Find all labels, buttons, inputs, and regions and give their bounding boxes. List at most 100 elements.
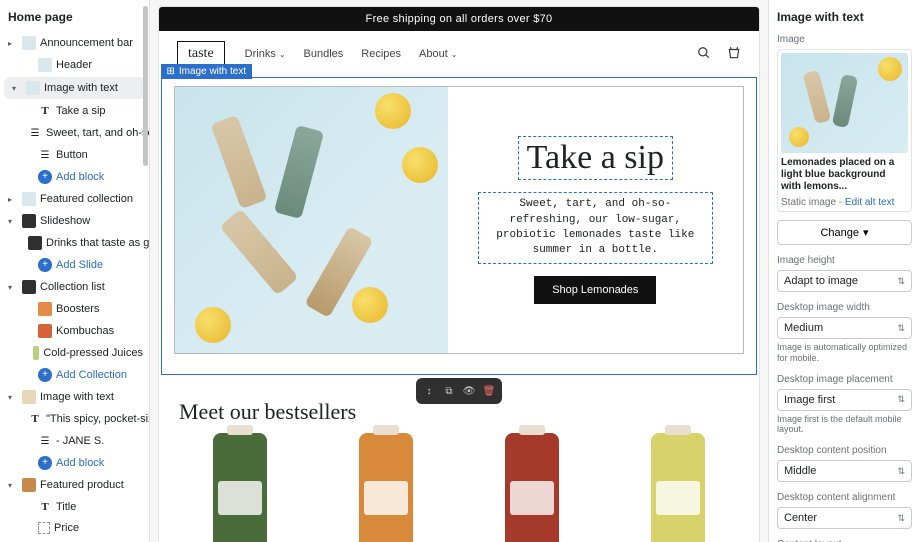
select-field[interactable]: Image first⇅ — [777, 389, 912, 411]
hide-icon[interactable]: 👁 — [460, 382, 478, 400]
section-tag: ⊞Image with text — [161, 64, 253, 79]
page-title: Home page — [0, 0, 149, 32]
plus-icon: + — [38, 456, 52, 470]
select-field[interactable]: Middle⇅ — [777, 460, 912, 482]
chevron-icon[interactable]: ▸ — [8, 195, 18, 204]
image-with-text-section[interactable]: ⊞Image with text Take a sip Sweet, tart,… — [161, 77, 757, 375]
select-field[interactable]: Center⇅ — [777, 507, 912, 529]
section-icon — [22, 36, 36, 50]
move-up-icon[interactable]: ↕ — [420, 382, 438, 400]
product-card[interactable] — [617, 433, 739, 542]
chevron-icon[interactable]: ▾ — [8, 393, 18, 402]
product-card[interactable] — [325, 433, 447, 542]
tree-item[interactable]: TTake a sip — [0, 100, 149, 122]
cart-icon[interactable] — [727, 46, 741, 63]
select-field[interactable]: Medium⇅ — [777, 317, 912, 339]
section-icon — [22, 214, 36, 228]
tree-item[interactable]: +Add Slide — [0, 254, 149, 276]
tree-item[interactable]: ▸ Announcement bar — [0, 32, 149, 54]
help-text: Image first is the default mobile layout… — [777, 414, 912, 436]
plus-icon: + — [38, 170, 52, 184]
tree-item-label: Button — [56, 149, 88, 161]
tree-item-label: Announcement bar — [40, 37, 133, 49]
settings-title: Image with text — [777, 10, 912, 24]
tree-item-label: - JANE S. — [56, 435, 104, 447]
swatch-icon — [38, 302, 52, 316]
select-arrows-icon: ⇅ — [897, 513, 905, 524]
section-cta-button[interactable]: Shop Lemonades — [534, 276, 656, 304]
tree-item[interactable]: ☰ Button — [0, 144, 149, 166]
tree-item[interactable]: ☰Sweet, tart, and oh-so-refre... — [0, 122, 149, 144]
delete-icon[interactable]: 🗑 — [480, 382, 498, 400]
tree-item-label: Drinks that taste as good as ... — [46, 237, 149, 249]
tree-item-label: "This spicy, pocket-sized bo... — [46, 413, 149, 425]
image-caption: Lemonades placed on a light blue backgro… — [781, 157, 908, 193]
tree-item[interactable]: ▸ Featured collection — [0, 188, 149, 210]
tree-item[interactable]: ▾ Collection list — [0, 276, 149, 298]
tree-item-label: Add Collection — [56, 369, 127, 381]
nav-item[interactable]: Bundles — [304, 48, 344, 60]
edit-alt-text-link[interactable]: Edit alt text — [845, 197, 894, 208]
scrollbar[interactable] — [143, 6, 148, 166]
section-icon — [22, 390, 36, 404]
lines-icon: ☰ — [38, 148, 52, 162]
tree-item-label: Add block — [56, 457, 104, 469]
select-field[interactable]: Adapt to image⇅ — [777, 270, 912, 292]
chevron-icon[interactable]: ▸ — [8, 39, 18, 48]
tree-item[interactable]: TTitle — [0, 496, 149, 518]
nav-item[interactable]: About ⌄ — [419, 48, 457, 60]
duplicate-icon[interactable]: ⧉ — [440, 382, 458, 400]
section-subtext[interactable]: Sweet, tart, and oh-so-refreshing, our l… — [478, 192, 713, 264]
chevron-icon[interactable]: ▾ — [8, 217, 18, 226]
section-icon — [38, 58, 52, 72]
tree-item[interactable]: Price — [0, 518, 149, 538]
chevron-down-icon: ▾ — [863, 226, 869, 239]
change-image-button[interactable]: Change▾ — [777, 220, 912, 245]
tree-item[interactable]: Drinks that taste as good as ... — [0, 232, 149, 254]
tree-item[interactable]: ▾Image with text — [4, 77, 145, 99]
plus-icon: + — [38, 368, 52, 382]
chevron-icon[interactable]: ▾ — [12, 84, 22, 93]
tree-item[interactable]: ▾Image with text — [0, 386, 149, 408]
chevron-icon[interactable]: ▾ — [8, 283, 18, 292]
tree-item-label: Price — [54, 522, 79, 534]
sections-tree-panel: Home page ▸ Announcement bar Header ▾Image … — [0, 0, 150, 542]
search-icon[interactable] — [697, 46, 711, 63]
chevron-down-icon: ⌄ — [451, 50, 458, 59]
tree-item[interactable]: T "This spicy, pocket-sized bo... — [0, 408, 149, 430]
tree-item[interactable]: ☰- JANE S. — [0, 430, 149, 452]
tree-item-label: Collection list — [40, 281, 105, 293]
tree-item[interactable]: + Add block — [0, 452, 149, 474]
product-card[interactable] — [179, 433, 301, 542]
section-icon — [28, 236, 42, 250]
section-image[interactable] — [175, 87, 448, 353]
field-label: Desktop content alignment — [777, 492, 912, 503]
tree-item[interactable]: ▾Slideshow — [0, 210, 149, 232]
text-icon: T — [38, 104, 52, 118]
nav-item[interactable]: Recipes — [361, 48, 401, 60]
section-icon — [22, 280, 36, 294]
text-icon: T — [28, 412, 42, 426]
tree-item[interactable]: + Add Collection — [0, 364, 149, 386]
tree-item[interactable]: +Add block — [0, 166, 149, 188]
tree-item[interactable]: ▾Featured product — [0, 474, 149, 496]
tree-item-label: Title — [56, 501, 76, 513]
field-label: Desktop image width — [777, 302, 912, 313]
tree-item-label: Sweet, tart, and oh-so-refre... — [46, 127, 149, 139]
nav-item[interactable]: Drinks ⌄ — [245, 48, 286, 60]
tree-item-label: Header — [56, 59, 92, 71]
tree-item[interactable]: Cold-pressed Juices — [0, 342, 149, 364]
tree-item[interactable]: Header — [0, 54, 149, 76]
product-card[interactable] — [471, 433, 593, 542]
section-toolbar: ↕ ⧉ 👁 🗑 — [416, 378, 502, 404]
chevron-icon[interactable]: ▾ — [8, 481, 18, 490]
tree-item-label: Featured collection — [40, 193, 133, 205]
tree-item-label: Kombuchas — [56, 325, 114, 337]
tree-item[interactable]: Boosters — [0, 298, 149, 320]
image-thumbnail[interactable]: Lemonades placed on a light blue backgro… — [777, 49, 912, 212]
tree-item[interactable]: Kombuchas — [0, 320, 149, 342]
settings-panel: Image with text Image Lemonades placed o… — [768, 0, 920, 542]
announcement-bar: Free shipping on all orders over $70 — [159, 7, 759, 31]
tree-item[interactable]: Variant picker — [0, 538, 149, 542]
section-heading[interactable]: Take a sip — [518, 136, 673, 180]
